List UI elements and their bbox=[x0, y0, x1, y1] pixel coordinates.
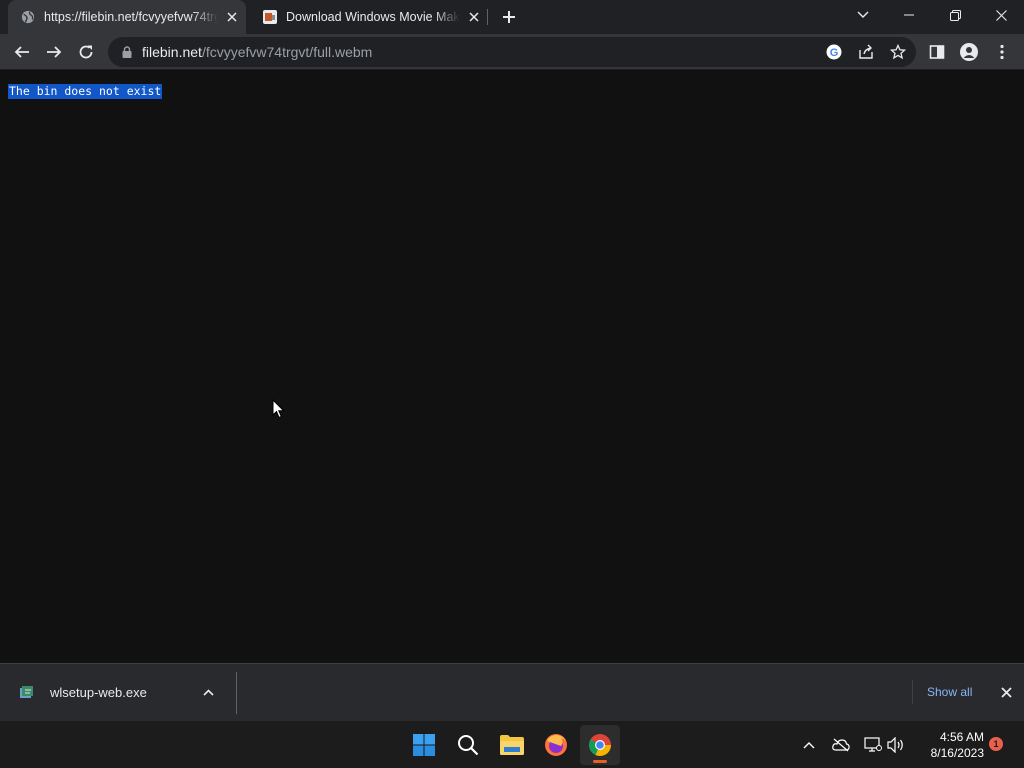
active-app-indicator bbox=[593, 760, 607, 763]
download-item[interactable]: wlsetup-web.exe bbox=[12, 672, 234, 712]
page-content: The bin does not exist bbox=[0, 71, 1024, 663]
profile-icon bbox=[960, 43, 978, 61]
network-icon[interactable] bbox=[862, 733, 884, 757]
close-tab-icon[interactable] bbox=[466, 9, 482, 25]
windows-taskbar: 4:56 AM 8/16/2023 1 bbox=[0, 720, 1024, 768]
tab-movie-maker[interactable]: Download Windows Movie Maker bbox=[250, 0, 486, 34]
shelf-divider bbox=[236, 672, 237, 714]
chevron-up-icon bbox=[803, 742, 815, 749]
error-message: The bin does not exist bbox=[8, 84, 163, 99]
windows-logo-icon bbox=[413, 734, 435, 756]
file-explorer-button[interactable] bbox=[492, 725, 532, 765]
minimize-icon bbox=[904, 14, 914, 16]
new-tab-button[interactable] bbox=[497, 5, 521, 29]
start-button[interactable] bbox=[404, 725, 444, 765]
profile-button[interactable] bbox=[955, 38, 983, 66]
notification-badge[interactable]: 1 bbox=[989, 737, 1003, 751]
reload-button[interactable] bbox=[72, 38, 100, 66]
svg-text:G: G bbox=[830, 47, 839, 59]
close-shelf-button[interactable] bbox=[996, 682, 1016, 702]
reload-icon bbox=[79, 45, 93, 59]
tab-filebin[interactable]: https://filebin.net/fcvyyefvw74trgvt/ful… bbox=[8, 0, 246, 34]
restore-icon bbox=[949, 9, 961, 21]
close-window-button[interactable] bbox=[978, 0, 1024, 30]
bookmark-star-icon[interactable] bbox=[888, 42, 908, 62]
firefox-button[interactable] bbox=[536, 725, 576, 765]
download-shelf: wlsetup-web.exe Show all bbox=[0, 663, 1024, 720]
url-host: filebin.net bbox=[142, 44, 202, 60]
arrow-right-icon bbox=[47, 46, 62, 58]
onedrive-icon[interactable] bbox=[830, 733, 852, 757]
chevron-down-icon bbox=[857, 11, 869, 18]
lock-icon[interactable] bbox=[120, 45, 134, 59]
close-icon bbox=[1000, 686, 1012, 698]
chevron-up-icon[interactable] bbox=[200, 684, 216, 700]
browser-toolbar: filebin.net/fcvyyefvw74trgvt/full.webm G bbox=[0, 34, 1024, 70]
url-path: /fcvyyefvw74trgvt/full.webm bbox=[201, 44, 373, 60]
globe-icon bbox=[20, 9, 36, 25]
show-hidden-icons-button[interactable] bbox=[798, 733, 820, 757]
chrome-button[interactable] bbox=[580, 725, 620, 765]
address-bar[interactable]: filebin.net/fcvyyefvw74trgvt/full.webm G bbox=[108, 37, 916, 67]
chrome-icon bbox=[589, 734, 611, 756]
arrow-left-icon bbox=[14, 46, 29, 58]
back-button[interactable] bbox=[8, 38, 36, 66]
menu-button[interactable] bbox=[988, 38, 1016, 66]
clock-date: 8/16/2023 bbox=[930, 746, 984, 760]
tab-strip: https://filebin.net/fcvyyefvw74trgvt/ful… bbox=[0, 0, 1024, 34]
show-all-button[interactable]: Show all bbox=[912, 680, 986, 704]
restore-button[interactable] bbox=[932, 0, 978, 30]
search-button[interactable] bbox=[448, 725, 488, 765]
search-icon bbox=[458, 735, 479, 756]
side-panel-button[interactable] bbox=[923, 38, 951, 66]
close-icon bbox=[995, 9, 1007, 21]
tab-title: https://filebin.net/fcvyyefvw74trgvt/ful… bbox=[44, 10, 218, 24]
plus-icon bbox=[503, 11, 515, 23]
movie-maker-icon bbox=[262, 9, 278, 25]
clock-time: 4:56 AM bbox=[939, 730, 984, 744]
close-tab-icon[interactable] bbox=[224, 9, 240, 25]
folder-icon bbox=[500, 735, 524, 755]
url-text[interactable]: filebin.net/fcvyyefvw74trgvt/full.webm bbox=[142, 44, 372, 60]
kebab-menu-icon bbox=[1000, 44, 1004, 60]
tab-divider bbox=[487, 9, 488, 25]
download-file-name: wlsetup-web.exe bbox=[50, 684, 147, 700]
volume-icon[interactable] bbox=[885, 733, 907, 757]
forward-button[interactable] bbox=[40, 38, 68, 66]
side-panel-icon bbox=[929, 45, 945, 59]
tab-search-button[interactable] bbox=[840, 0, 886, 30]
mouse-pointer-icon bbox=[272, 398, 285, 424]
minimize-button[interactable] bbox=[886, 0, 932, 30]
tab-title: Download Windows Movie Maker bbox=[286, 10, 460, 24]
firefox-icon bbox=[545, 734, 567, 756]
share-icon[interactable] bbox=[856, 42, 876, 62]
installer-file-icon bbox=[18, 683, 36, 701]
system-clock[interactable]: 4:56 AM 8/16/2023 bbox=[914, 729, 984, 761]
google-lens-icon[interactable]: G bbox=[824, 42, 844, 62]
